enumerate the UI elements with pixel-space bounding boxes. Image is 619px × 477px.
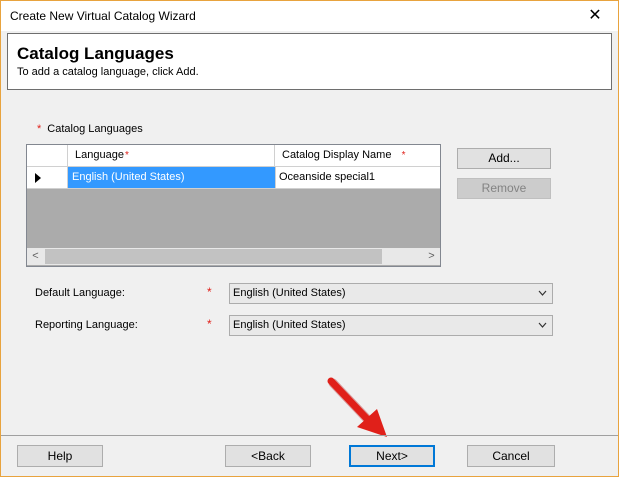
next-button[interactable]: Next> xyxy=(349,445,435,467)
catalog-languages-label: * Catalog Languages xyxy=(37,123,143,135)
wizard-header: Catalog Languages To add a catalog langu… xyxy=(7,33,612,90)
grid-corner xyxy=(27,145,68,166)
title-bar[interactable]: Create New Virtual Catalog Wizard ✕ xyxy=(1,1,618,31)
page-subtitle: To add a catalog language, click Add. xyxy=(17,66,199,78)
required-marker: * xyxy=(37,123,42,135)
column-header-display-name-text: Catalog Display Name xyxy=(282,149,392,161)
required-marker: * xyxy=(124,150,129,161)
chevron-down-icon[interactable] xyxy=(538,316,547,342)
wizard-window: Create New Virtual Catalog Wizard ✕ Cata… xyxy=(0,0,619,477)
column-header-language[interactable]: Language* xyxy=(68,145,275,166)
required-marker: * xyxy=(207,285,212,299)
reporting-language-value: English (United States) xyxy=(233,319,346,331)
remove-button[interactable]: Remove xyxy=(457,178,551,199)
red-arrow-annotation xyxy=(327,377,387,437)
required-marker: * xyxy=(401,150,406,161)
default-language-select[interactable]: English (United States) xyxy=(229,283,553,304)
reporting-language-select[interactable]: English (United States) xyxy=(229,315,553,336)
back-button[interactable]: <Back xyxy=(225,445,311,467)
chevron-down-icon[interactable] xyxy=(538,284,547,310)
column-header-language-text: Language xyxy=(75,149,124,161)
add-button[interactable]: Add... xyxy=(457,148,551,169)
reporting-language-label: Reporting Language: xyxy=(35,319,138,331)
page-title: Catalog Languages xyxy=(17,44,174,63)
scrollbar-thumb[interactable] xyxy=(45,249,382,264)
required-marker: * xyxy=(207,317,212,331)
catalog-languages-label-text: Catalog Languages xyxy=(47,123,143,135)
scroll-left-icon[interactable]: < xyxy=(27,248,44,265)
default-language-value: English (United States) xyxy=(233,287,346,299)
help-button[interactable]: Help xyxy=(17,445,103,467)
cancel-button[interactable]: Cancel xyxy=(467,445,555,467)
column-header-display-name[interactable]: Catalog Display Name * xyxy=(275,145,440,166)
row-pointer-icon xyxy=(35,173,41,183)
table-row[interactable]: English (United States) Oceanside specia… xyxy=(27,167,440,189)
grid-header: Language* Catalog Display Name * xyxy=(27,145,440,167)
default-language-label: Default Language: xyxy=(35,287,125,299)
footer-divider xyxy=(1,435,618,436)
row-header[interactable] xyxy=(27,167,68,188)
cell-display-name[interactable]: Oceanside special1 xyxy=(275,167,440,188)
scroll-right-icon[interactable]: > xyxy=(423,248,440,265)
cell-language[interactable]: English (United States) xyxy=(68,167,275,188)
catalog-languages-grid[interactable]: Language* Catalog Display Name * English… xyxy=(26,144,441,267)
close-icon[interactable]: ✕ xyxy=(572,1,618,31)
horizontal-scrollbar[interactable]: < > xyxy=(27,248,440,265)
window-title: Create New Virtual Catalog Wizard xyxy=(10,9,196,23)
